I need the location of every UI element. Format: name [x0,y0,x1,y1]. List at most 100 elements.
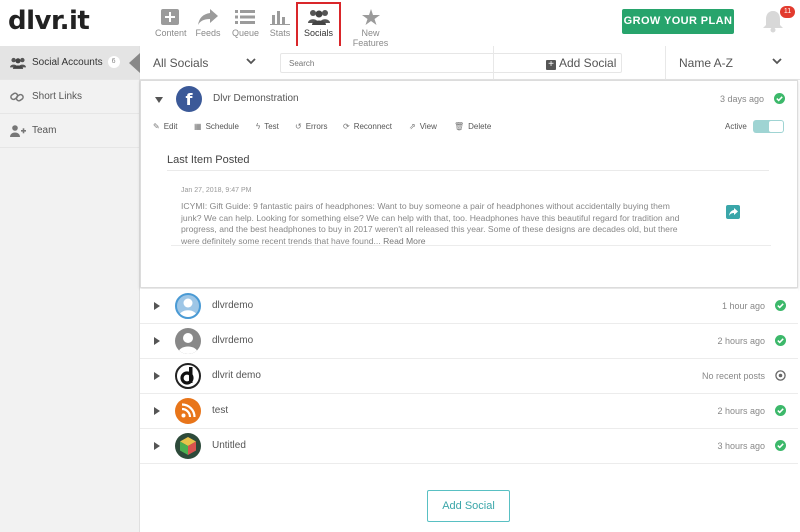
nav-queue[interactable]: Queue [232,9,259,45]
toggle-knob [769,121,783,132]
list-icon [235,10,255,24]
post-date: Jan 27, 2018, 9:47 PM [181,187,252,194]
top-nav: dlvr.it Content Feeds Queue Stats Social… [0,0,800,48]
cube-icon [180,437,196,455]
last-post-time: 2 hours ago [717,336,765,346]
account-name[interactable]: dlvrit demo [212,370,261,381]
users-icon [307,10,330,25]
nav-stats[interactable]: Stats [268,9,292,45]
caret-right-icon[interactable] [154,372,160,380]
delete-action[interactable]: 🗑 Delete [454,122,491,131]
share-arrow-icon [198,9,218,25]
avatar [175,398,201,424]
account-name[interactable]: test [212,405,228,416]
trash-icon: 🗑 [454,122,465,131]
lightning-icon: ϟ [256,122,261,131]
user-avatar-icon [178,333,198,354]
check-circle-icon [775,300,786,311]
avatar [175,433,201,459]
sidebar-item-social-accounts[interactable]: Social Accounts 6 [0,46,140,80]
divider [171,245,771,246]
schedule-action[interactable]: ▦ Schedule [194,122,239,131]
share-icon[interactable] [726,205,740,219]
active-label: Active [725,122,747,131]
star-icon [361,9,380,25]
test-action[interactable]: ϟ Test [256,122,279,131]
divider [665,46,666,80]
caret-right-icon[interactable] [154,302,160,310]
reconnect-action[interactable]: ⟳ Reconnect [343,122,392,131]
avatar [175,363,201,389]
account-row[interactable]: dlvrit demo No recent posts [140,359,798,394]
divider [493,46,494,80]
nav-content[interactable]: Content [155,9,187,45]
last-post-time: 3 hours ago [717,441,765,451]
sidebar: Social Accounts 6 Short Links Team [0,46,140,532]
account-row[interactable]: Untitled 3 hours ago [140,429,798,464]
account-row[interactable]: dlvrdemo 1 hour ago [140,289,798,324]
account-name[interactable]: Untitled [212,440,246,451]
active-indicator [129,53,140,73]
sidebar-item-team[interactable]: Team [0,114,139,148]
link-icon [10,92,24,102]
chevron-down-icon[interactable] [772,58,782,65]
add-user-icon [10,125,26,137]
dlvrit-logo-icon [180,367,194,385]
socials-filter-select[interactable]: All Socials [153,56,208,70]
check-circle-icon [775,440,786,451]
last-post-time: 3 days ago [719,94,764,104]
notification-badge: 11 [780,6,795,18]
count-badge: 6 [107,56,120,69]
account-row[interactable]: test 2 hours ago [140,394,798,429]
sort-select[interactable]: Name A-Z [679,56,733,70]
check-circle-icon [775,335,786,346]
divider [167,170,769,171]
account-name[interactable]: dlvrdemo [212,335,253,346]
facebook-icon: f [176,86,202,112]
target-icon [775,370,786,381]
account-name[interactable]: dlvrdemo [212,300,253,311]
plus-square-icon: + [546,60,556,70]
last-post-time: 2 hours ago [717,406,765,416]
nav-new-features[interactable]: New Features [343,9,398,48]
edit-action[interactable]: ✎ Edit [153,122,178,131]
caret-down-icon[interactable] [155,97,163,103]
account-row[interactable]: dlvrdemo 2 hours ago [140,324,798,359]
filter-bar: All Socials +Add Social Name A-Z [140,46,800,80]
add-social-link[interactable]: + Add Social [546,56,616,70]
avatar [175,328,201,354]
errors-action[interactable]: ↺ Errors [295,122,327,131]
check-circle-icon [774,93,785,104]
expanded-account-card: f Dlvr Demonstration 3 days ago ✎ Edit ▦ S… [140,80,798,288]
account-name[interactable]: Dlvr Demonstration [213,93,299,104]
chevron-down-icon[interactable] [246,58,256,65]
users-icon [10,57,26,69]
last-post-time: No recent posts [701,371,765,381]
caret-right-icon[interactable] [154,407,160,415]
sidebar-item-short-links[interactable]: Short Links [0,80,139,114]
user-avatar-icon [179,298,197,317]
read-more-link[interactable]: Read More [383,236,426,246]
sidebar-item-label: Short Links [32,91,83,102]
pencil-icon: ✎ [153,122,160,131]
bar-chart-icon [270,11,290,25]
nav-feeds[interactable]: Feeds [195,9,221,45]
sidebar-item-label: Team [32,125,57,136]
rss-icon [181,403,196,418]
last-item-heading: Last Item Posted [167,154,250,166]
post-text: ICYMI: Gift Guide: 9 fantastic pairs of … [181,201,680,246]
view-action[interactable]: ⇗ View [409,122,437,131]
last-post-time: 1 hour ago [721,301,765,311]
active-toggle[interactable] [753,120,784,133]
history-icon: ↺ [295,122,302,131]
sidebar-item-label: Social Accounts [32,57,103,68]
grow-plan-button[interactable]: GROW YOUR PLAN [622,9,734,34]
avatar [175,293,201,319]
add-social-button[interactable]: Add Social [427,490,510,522]
nav-socials[interactable]: Socials [296,2,341,48]
caret-right-icon[interactable] [154,442,160,450]
check-circle-icon [775,405,786,416]
logo[interactable]: dlvr.it [8,6,90,36]
caret-right-icon[interactable] [154,337,160,345]
calendar-icon: ▦ [194,122,202,131]
